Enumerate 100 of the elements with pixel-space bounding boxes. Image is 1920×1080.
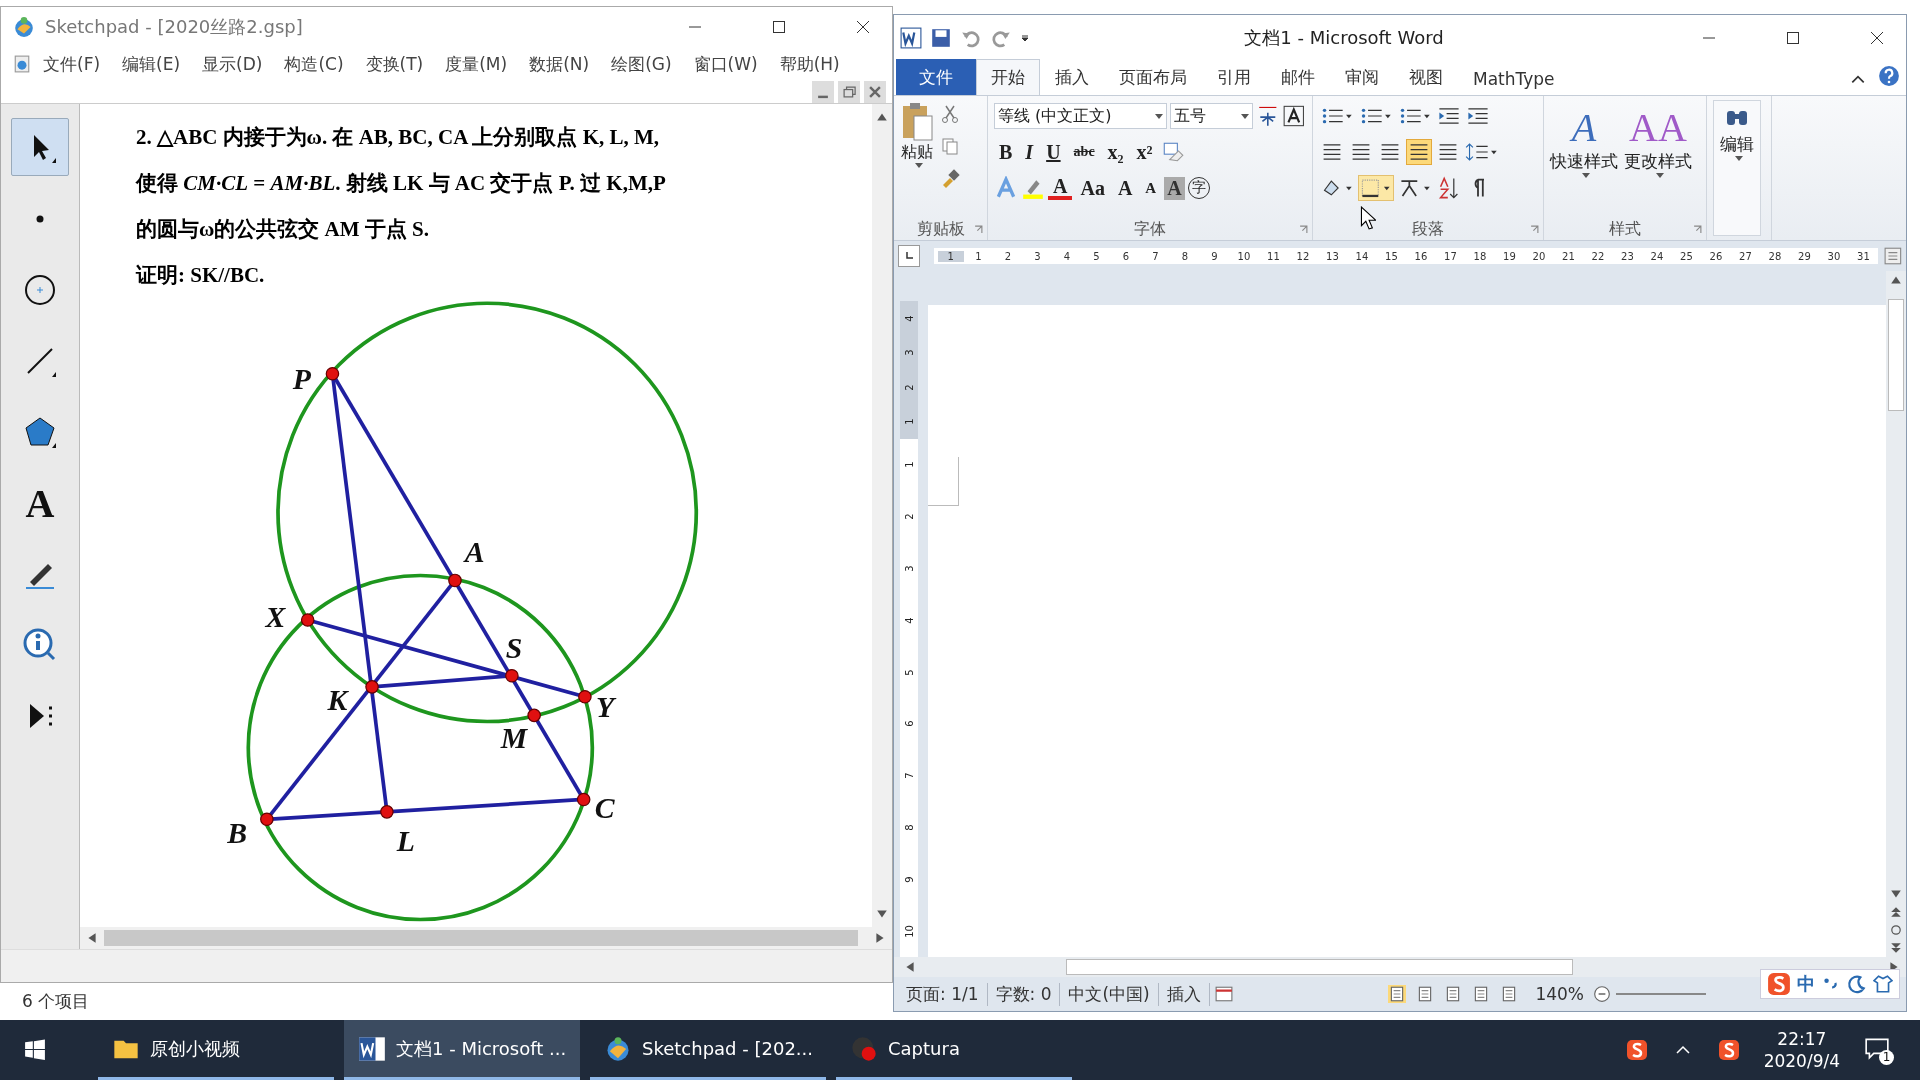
ribbon-tab[interactable]: MathType (1458, 62, 1570, 95)
sogou-logo-icon[interactable] (1625, 1039, 1648, 1061)
help-icon[interactable] (1878, 65, 1900, 87)
menu-item[interactable]: 文件(F) (43, 52, 101, 76)
ruler-number: 20 (1531, 250, 1547, 262)
menu-item[interactable]: 变换(T) (365, 52, 424, 76)
format-button[interactable]: x² (1131, 140, 1158, 164)
next-page-icon[interactable] (1890, 942, 1902, 954)
format-button[interactable]: I (1020, 140, 1039, 164)
status-item[interactable]: 插入 (1158, 982, 1210, 1006)
close-icon[interactable] (856, 20, 870, 34)
styles-button[interactable]: A 快速样式 (1550, 106, 1618, 214)
ribbon-tab[interactable]: 插入 (1040, 59, 1104, 95)
ruler-number: 2 (1003, 250, 1013, 262)
scroll-down-icon[interactable] (1890, 888, 1902, 900)
menu-item[interactable]: 绘图(G) (611, 52, 672, 76)
input-method-bar[interactable]: 中 (1760, 969, 1900, 999)
menu-item[interactable]: 编辑(E) (122, 52, 181, 76)
format-button[interactable]: abc (1068, 144, 1100, 160)
view-mode-icon[interactable] (1388, 985, 1407, 1003)
menu-item[interactable]: 数据(N) (529, 52, 590, 76)
vertical-scrollbar[interactable] (1886, 271, 1906, 957)
tool-button[interactable] (11, 118, 69, 176)
scroll-thumb[interactable] (104, 930, 858, 946)
scroll-down-icon[interactable] (876, 908, 888, 920)
taskbar-button[interactable]: Sketchpad - [202... (590, 1020, 826, 1080)
ribbon-tab[interactable]: 邮件 (1266, 59, 1330, 95)
tab-selector-icon[interactable] (898, 245, 920, 267)
font-size-dropdown[interactable]: 五号 (1170, 103, 1253, 129)
dialog-launcher-icon[interactable] (1299, 224, 1308, 234)
align-button[interactable] (1406, 139, 1432, 165)
taskbar-button[interactable]: 原创小视频 (98, 1020, 334, 1080)
maximize-icon[interactable] (1786, 31, 1800, 45)
record-icon (850, 1034, 878, 1063)
customize-icon[interactable] (1020, 33, 1030, 43)
scroll-up-icon[interactable] (1890, 274, 1902, 286)
status-item[interactable]: 页面: 1/1 (898, 982, 988, 1006)
format-button[interactable]: U (1041, 140, 1066, 164)
menu-item[interactable]: 度量(M) (445, 52, 508, 76)
font-name-dropdown[interactable]: 等线 (中文正文) (994, 103, 1168, 129)
dialog-launcher-icon[interactable] (1693, 224, 1702, 234)
scroll-thumb[interactable] (1888, 299, 1904, 411)
ribbon-tab[interactable]: 引用 (1202, 59, 1266, 95)
scroll-left-icon[interactable] (904, 961, 916, 973)
restore-icon[interactable] (838, 81, 860, 103)
zoom-out-icon[interactable] (1593, 985, 1611, 1003)
dialog-launcher-icon[interactable] (1530, 224, 1539, 234)
cut-icon[interactable] (940, 104, 960, 124)
windows-start-icon[interactable] (24, 1039, 46, 1061)
editing-button[interactable]: 编辑 (1713, 100, 1761, 236)
point-label: K (327, 684, 348, 717)
menu-item[interactable]: 窗口(W) (693, 52, 758, 76)
ribbon-tab[interactable]: 视图 (1394, 59, 1458, 95)
font-button[interactable]: A (1112, 176, 1138, 200)
ribbon-tab[interactable]: 页面布局 (1104, 59, 1202, 95)
clock[interactable]: 22:17 2020/9/4 (1763, 1028, 1840, 1072)
ribbon-tab[interactable]: 开始 (976, 59, 1040, 95)
taskbar-button[interactable]: Captura (836, 1020, 1072, 1080)
character-border-icon[interactable] (1282, 104, 1306, 128)
ribbon-tab[interactable]: 文件 (896, 59, 976, 95)
input-mode[interactable]: 中 (1797, 972, 1815, 996)
menu-item[interactable]: 构造(C) (284, 52, 344, 76)
font-button[interactable]: A (1164, 176, 1185, 200)
borders-icon[interactable] (1358, 175, 1394, 201)
tool-button[interactable]: A (12, 475, 68, 531)
point-label: C (594, 792, 615, 825)
save-icon[interactable] (930, 27, 952, 49)
moon-icon[interactable] (1847, 974, 1867, 994)
scroll-right-icon[interactable] (874, 932, 886, 944)
font-button[interactable]: Aa (1075, 176, 1110, 200)
browse-object-icon[interactable] (1890, 924, 1902, 936)
status-item[interactable]: 字数: 0 (987, 982, 1061, 1006)
shirt-icon[interactable] (1873, 974, 1893, 994)
notification-button[interactable]: 1 (1864, 1035, 1894, 1065)
scroll-left-icon[interactable] (86, 932, 98, 944)
format-button[interactable]: x₂ (1102, 140, 1129, 164)
scroll-thumb[interactable] (1066, 959, 1573, 975)
taskbar-button[interactable]: 文档1 - Microsoft ... (344, 1020, 580, 1080)
word-logo-icon (358, 1034, 386, 1063)
ribbon-tab[interactable]: 审阅 (1330, 59, 1394, 95)
close-icon[interactable] (1870, 31, 1884, 45)
status-item[interactable]: 中文(中国) (1060, 982, 1159, 1006)
menu-item[interactable]: 显示(D) (202, 52, 263, 76)
zoom-level[interactable]: 140% (1535, 984, 1584, 1004)
vertical-scrollbar[interactable] (872, 104, 892, 927)
styles-button[interactable]: AA 更改样式 (1624, 106, 1692, 214)
sogou-logo-icon[interactable] (1717, 1039, 1740, 1061)
paste-button[interactable]: 粘贴 (900, 100, 934, 214)
previous-page-icon[interactable] (1890, 906, 1902, 918)
horizontal-scrollbar[interactable] (80, 927, 892, 949)
macro-icon[interactable] (1214, 985, 1233, 1003)
minimize-icon[interactable] (812, 81, 834, 103)
maximize-icon[interactable] (772, 20, 786, 34)
font-button[interactable]: A (1048, 176, 1073, 200)
font-button[interactable]: A (1140, 179, 1162, 197)
menu-item[interactable]: 帮助(H) (779, 52, 840, 76)
view-ruler-icon[interactable] (1884, 247, 1902, 265)
dialog-launcher-icon[interactable] (974, 224, 983, 234)
format-button[interactable]: B (994, 140, 1018, 164)
scroll-up-icon[interactable] (876, 111, 888, 123)
